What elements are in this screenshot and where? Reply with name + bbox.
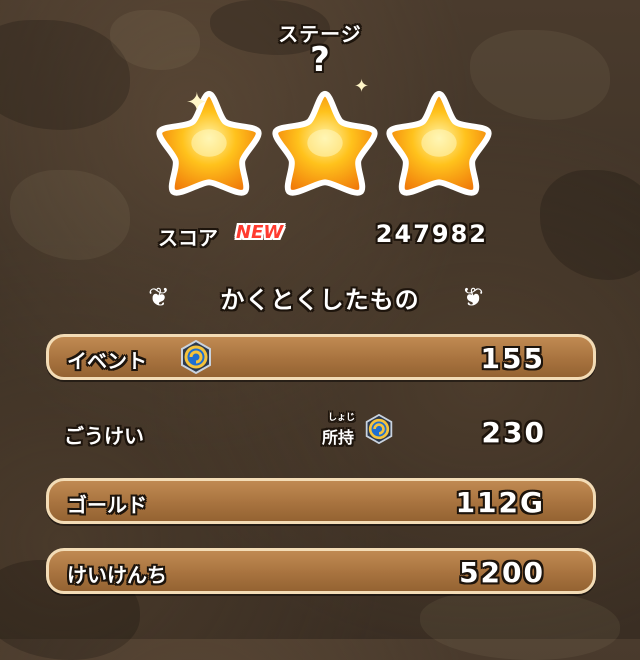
event-medal-icon <box>365 414 393 444</box>
reward-row-gold: ゴールド 112G <box>46 478 596 524</box>
event-value: 155 <box>480 342 545 375</box>
event-medal-icon <box>181 340 211 374</box>
owned-furigana: しょじ <box>328 413 356 423</box>
star-3-icon <box>386 90 492 196</box>
gold-label: ゴールド <box>67 493 147 517</box>
score-value: 247982 <box>375 220 488 248</box>
background-rock <box>10 170 130 260</box>
star-1-icon <box>156 90 262 196</box>
rewards-title: かくとくしたもの <box>220 286 420 314</box>
owned-label: 所持 <box>322 428 355 447</box>
ornament-right-icon: ❦ <box>462 283 484 313</box>
gold-value: 112G <box>455 486 545 519</box>
exp-value: 5200 <box>459 556 545 589</box>
stage-number: ? <box>310 40 330 80</box>
sparkle-icon: ✦ <box>354 76 370 97</box>
new-badge: NEW <box>236 222 284 243</box>
exp-label: けいけんち <box>67 563 167 587</box>
background-rock <box>540 170 640 280</box>
reward-row-event: イベント 155 <box>46 334 596 380</box>
event-label: イベント <box>67 349 147 373</box>
background-rock <box>420 590 620 660</box>
reward-row-exp: けいけんち 5200 <box>46 548 596 594</box>
total-label: ごうけい <box>64 424 144 448</box>
total-value: 230 <box>481 416 546 449</box>
sparkle-icon: ✦ <box>186 88 208 118</box>
score-label: スコア <box>158 226 218 250</box>
star-2-icon <box>272 90 378 196</box>
